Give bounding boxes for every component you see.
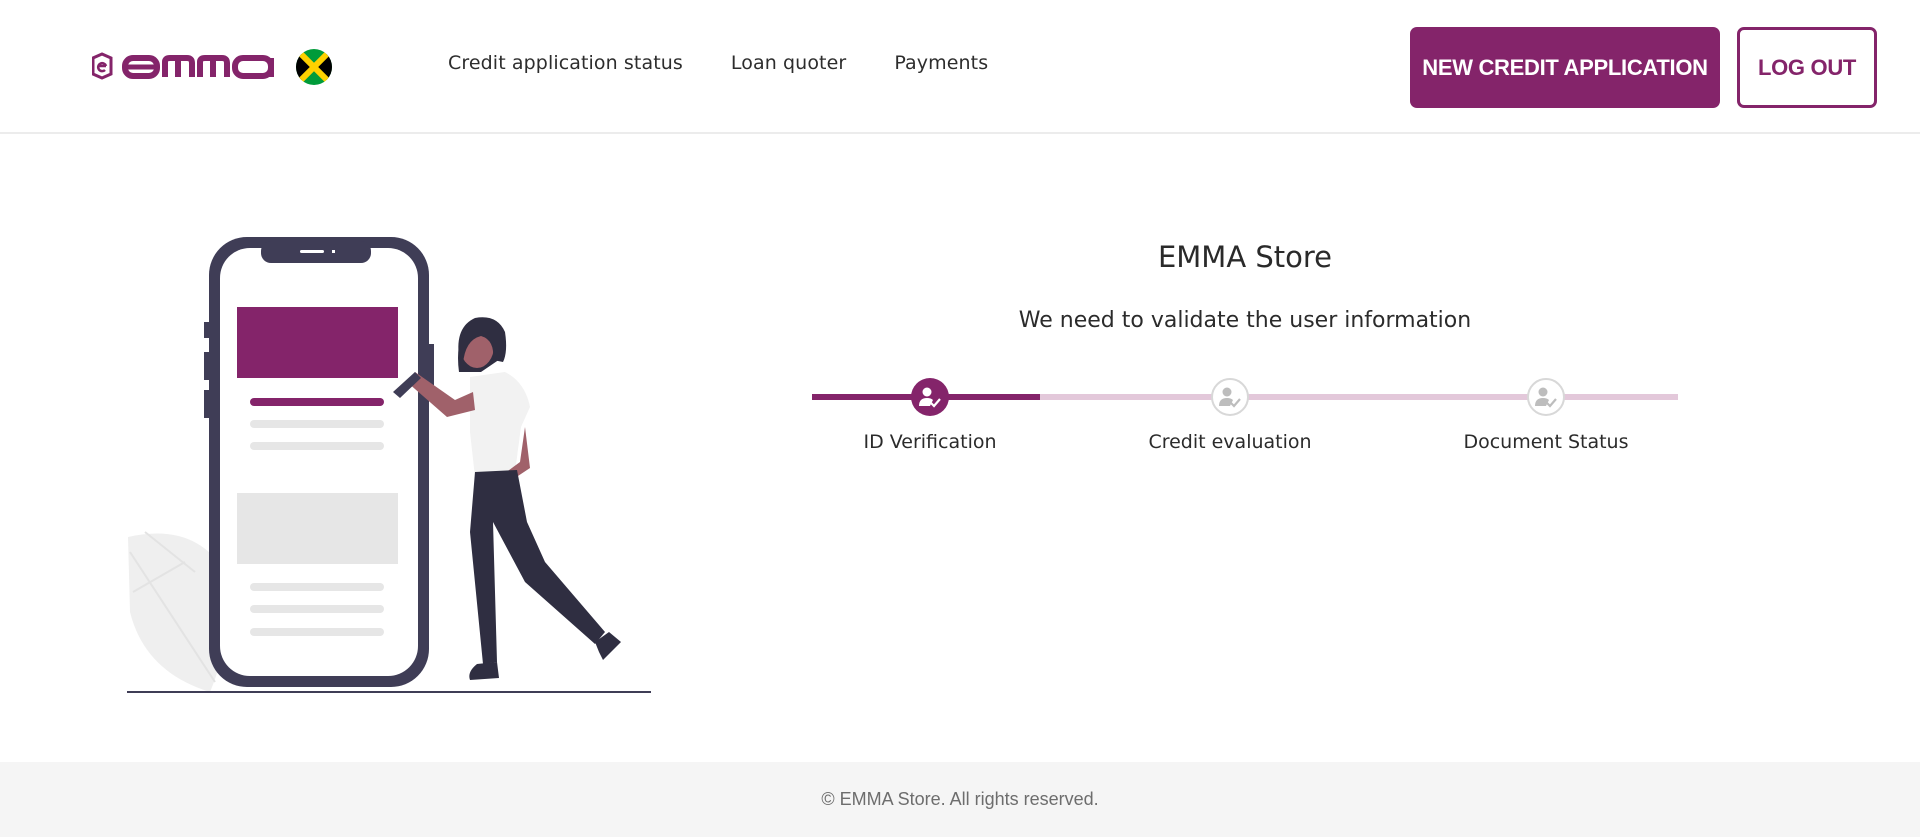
step-credit-evaluation-label: Credit evaluation	[1148, 431, 1312, 453]
progress-stepper: ID Verification Credit evaluation Docume…	[812, 373, 1678, 473]
main-nav: Credit application status Loan quoter Pa…	[448, 52, 988, 74]
nav-payments[interactable]: Payments	[894, 52, 988, 74]
user-check-icon	[919, 387, 941, 408]
store-name: EMMA Store	[1157, 240, 1333, 274]
step-id-verification-icon	[911, 378, 949, 416]
phone-card-primary	[237, 307, 398, 378]
user-check-icon	[1535, 387, 1557, 408]
user-check-icon	[1219, 387, 1241, 408]
logout-button[interactable]: LOG OUT	[1737, 27, 1877, 108]
woman-with-phone-illustration	[127, 237, 651, 693]
stepper-track-pending	[1040, 394, 1678, 400]
nav-loan-quoter[interactable]: Loan quoter	[731, 52, 846, 74]
nav-credit-application-status[interactable]: Credit application status	[448, 52, 683, 74]
jamaica-flag-icon	[296, 49, 332, 85]
page-footer: © EMMA Store. All rights reserved.	[0, 762, 1920, 837]
step-id-verification-label: ID Verification	[863, 431, 997, 453]
validation-message: We need to validate the user information	[1018, 308, 1472, 333]
step-document-status-label: Document Status	[1463, 431, 1629, 453]
copyright-text: © EMMA Store. All rights reserved.	[821, 789, 1099, 809]
new-credit-application-button[interactable]: NEW CREDIT APPLICATION	[1410, 27, 1720, 108]
top-header: Credit application status Loan quoter Pa…	[0, 0, 1920, 134]
step-credit-evaluation-icon	[1211, 378, 1249, 416]
step-document-status-icon	[1527, 378, 1565, 416]
emma-logo[interactable]	[92, 50, 276, 82]
